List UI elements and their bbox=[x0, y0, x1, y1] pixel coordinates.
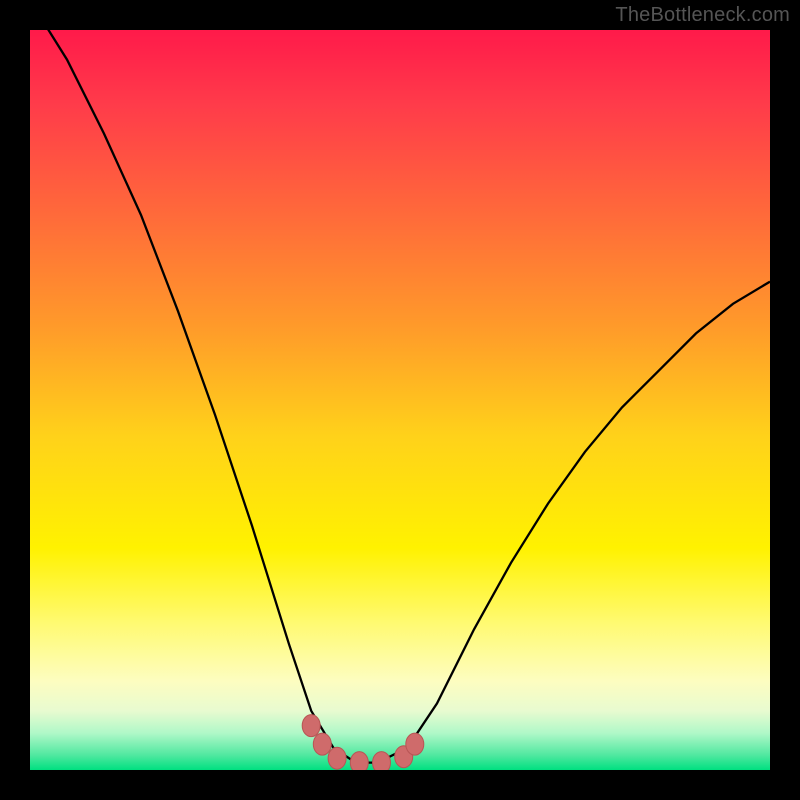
curve-marker bbox=[328, 747, 346, 769]
curve-marker bbox=[313, 733, 331, 755]
curve-marker bbox=[373, 752, 391, 770]
plot-area bbox=[30, 30, 770, 770]
curve-marker bbox=[302, 715, 320, 737]
bottleneck-curve bbox=[30, 30, 770, 763]
curve-marker bbox=[406, 733, 424, 755]
chart-container: TheBottleneck.com bbox=[0, 0, 800, 800]
curve-marker bbox=[350, 752, 368, 770]
watermark-text: TheBottleneck.com bbox=[615, 4, 790, 27]
curve-svg bbox=[30, 30, 770, 770]
marker-group bbox=[302, 715, 424, 770]
